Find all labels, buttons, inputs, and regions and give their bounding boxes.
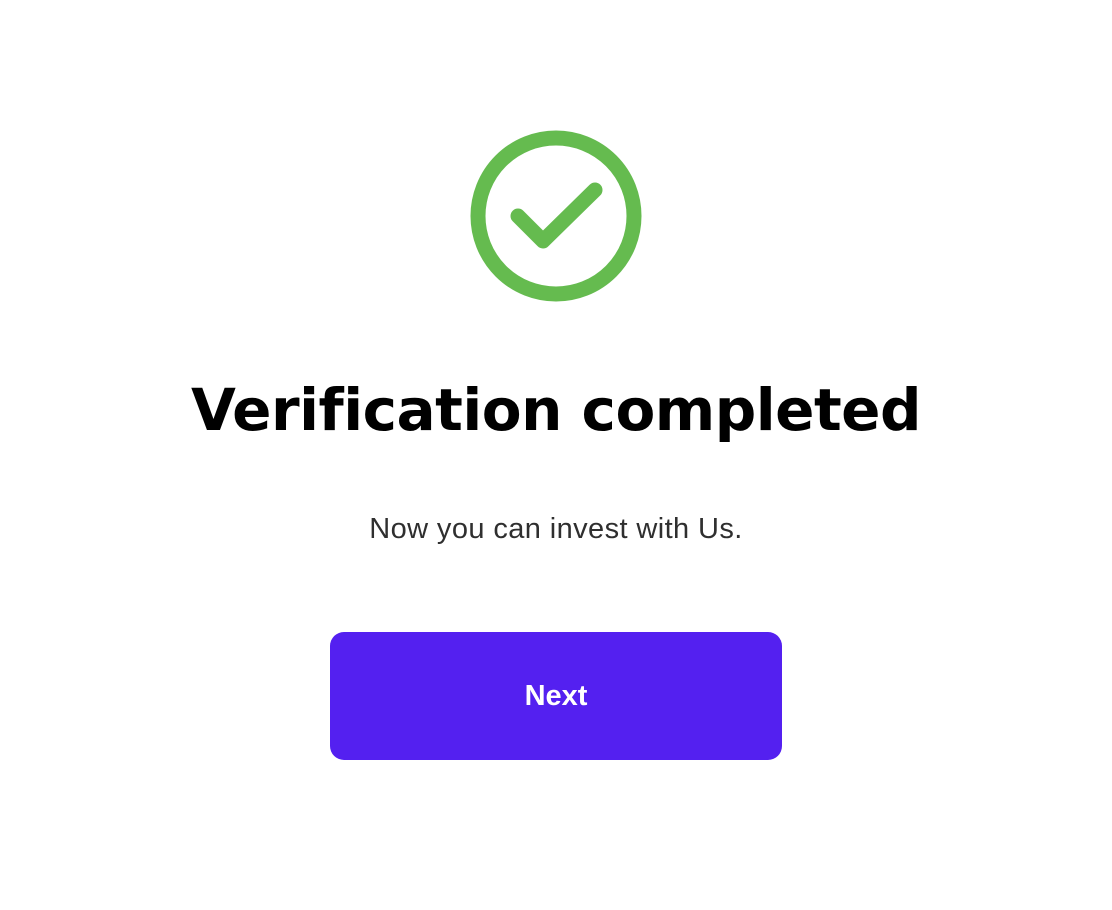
verification-complete-screen: Verification completed Now you can inves… [0,0,1112,910]
next-button[interactable]: Next [330,632,782,760]
page-subtitle: Now you can invest with Us. [369,513,743,545]
page-title: Verification completed [190,376,922,444]
check-circle-icon [470,130,642,302]
